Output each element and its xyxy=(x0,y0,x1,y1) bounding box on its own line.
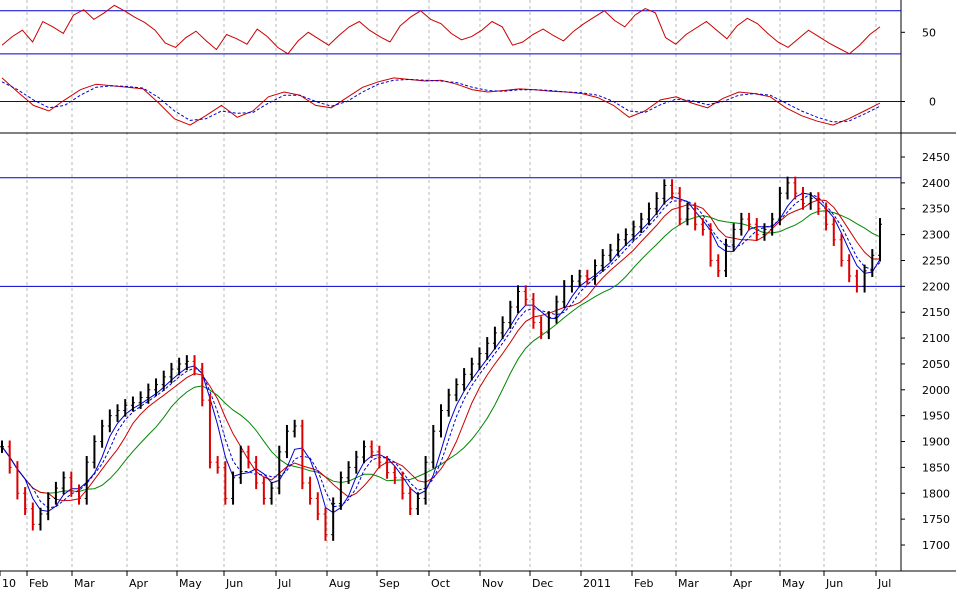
x-tick-label: Jun xyxy=(825,577,843,590)
y-tick-label: 2200 xyxy=(922,280,950,293)
panel-borders xyxy=(0,0,956,572)
y-tick-label: 1850 xyxy=(922,461,950,474)
stock-chart: 50 0 2450 2400 2350 2300 2250 2200 2150 2100 2050 2… xyxy=(0,0,956,590)
x-tick-label: 2011 xyxy=(583,577,611,590)
y-axis: 50 0 2450 2400 2350 2300 2250 2200 2150 2100 2050 2… xyxy=(901,26,950,552)
x-tick-label: Jul xyxy=(277,577,291,590)
y-tick-label: 1700 xyxy=(922,539,950,552)
y-tick-label: 0 xyxy=(929,96,936,109)
y-tick-label: 1750 xyxy=(922,513,950,526)
x-tick-label: May xyxy=(782,577,805,590)
x-tick-label: Feb xyxy=(634,577,653,590)
x-axis: 10 Feb Mar Apr May Jun Jul Aug Sep Oct Nov Dec 2011 F… xyxy=(0,571,891,590)
moving-average-medium xyxy=(1,199,880,502)
x-tick-label: Feb xyxy=(29,577,48,590)
x-tick-label: Jun xyxy=(225,577,243,590)
vertical-gridlines xyxy=(26,0,877,571)
y-tick-label: 50 xyxy=(922,26,936,39)
y-tick-label: 1800 xyxy=(922,487,950,500)
x-tick-label: Aug xyxy=(329,577,350,590)
y-tick-label: 2100 xyxy=(922,332,950,345)
x-tick-label: Sep xyxy=(379,577,400,590)
upper-oscillator-panel xyxy=(0,4,901,55)
price-panel xyxy=(0,176,901,541)
x-tick-label: Mar xyxy=(74,577,95,590)
x-tick-label: Dec xyxy=(532,577,553,590)
y-tick-label: 2250 xyxy=(922,254,950,267)
signal-line xyxy=(1,78,881,123)
y-tick-label: 2450 xyxy=(922,151,950,164)
x-tick-label: Nov xyxy=(482,577,504,590)
y-tick-label: 1950 xyxy=(922,410,950,423)
y-tick-label: 2050 xyxy=(922,358,950,371)
x-tick-label: Oct xyxy=(431,577,451,590)
x-tick-label: Apr xyxy=(733,577,753,590)
y-tick-label: 2150 xyxy=(922,306,950,319)
y-tick-label: 2350 xyxy=(922,203,950,216)
middle-oscillator-panel xyxy=(0,77,901,126)
y-tick-label: 2300 xyxy=(922,229,950,242)
moving-average-short-dashed xyxy=(1,193,881,509)
y-tick-label: 2000 xyxy=(922,384,950,397)
x-tick-label: 10 xyxy=(2,577,16,590)
x-tick-label: Apr xyxy=(129,577,149,590)
x-tick-label: Jul xyxy=(877,577,891,590)
oscillator-line xyxy=(1,4,881,55)
y-tick-label: 2400 xyxy=(922,177,950,190)
y-tick-label: 1900 xyxy=(922,436,950,449)
x-tick-label: Mar xyxy=(678,577,699,590)
x-tick-label: May xyxy=(179,577,202,590)
